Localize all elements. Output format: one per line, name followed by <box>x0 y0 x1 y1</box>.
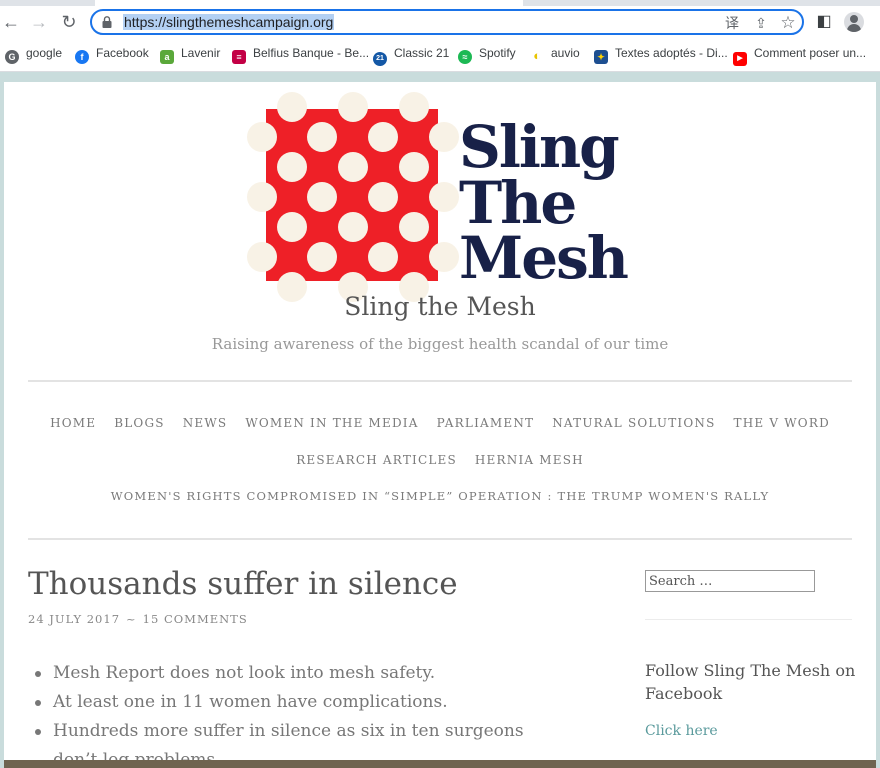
post-date[interactable]: 24 JULY 2017 <box>28 612 120 626</box>
primary-nav-row-2: RESEARCH ARTICLES HERNIA MESH <box>4 453 876 467</box>
chrome-icon: G <box>5 50 19 64</box>
nav-womens-rights[interactable]: WOMEN'S RIGHTS COMPROMISED IN “SIMPLE” O… <box>111 489 770 503</box>
browser-toolbar: ← → ↻ https://slingthemeshcampaign.org 译… <box>0 0 880 45</box>
bookmark-textes-adoptes[interactable]: ✦ Textes adoptés - Di... <box>594 44 728 71</box>
post-bullet-list: Mesh Report does not look into mesh safe… <box>30 659 570 768</box>
bookmark-auvio[interactable]: ◐ auvio <box>530 44 580 71</box>
list-item: Mesh Report does not look into mesh safe… <box>30 659 570 688</box>
belfius-icon: ≡ <box>232 50 246 64</box>
translate-icon[interactable]: 译 <box>724 15 740 31</box>
classic21-icon: 21 <box>373 52 387 66</box>
bookmark-youtube[interactable]: ▶ Comment poser un... <box>733 44 867 71</box>
bookmark-classic21[interactable]: 21 Classic 21 <box>373 44 450 71</box>
nav-hernia-mesh[interactable]: HERNIA MESH <box>475 453 584 467</box>
bookmark-star-icon[interactable]: ☆ <box>780 14 796 31</box>
auvio-icon: ◐ <box>530 49 544 63</box>
tab-strip <box>0 0 880 6</box>
nav-women-in-the-media[interactable]: WOMEN IN THE MEDIA <box>245 416 418 430</box>
spotify-icon: ≈ <box>458 50 472 64</box>
meta-separator: ~ <box>126 612 137 626</box>
primary-nav-row-3: WOMEN'S RIGHTS COMPROMISED IN “SIMPLE” O… <box>4 489 876 503</box>
youtube-icon: ▶ <box>733 52 747 66</box>
share-icon[interactable]: ⇪ <box>753 15 769 31</box>
bookmark-belfius[interactable]: ≡ Belfius Banque - Be... <box>232 44 370 71</box>
forward-button[interactable]: → <box>28 11 50 33</box>
nav-the-v-word[interactable]: THE V WORD <box>734 416 830 430</box>
site-tagline: Raising awareness of the biggest health … <box>211 335 669 353</box>
profile-avatar-icon[interactable] <box>844 12 864 32</box>
bookmark-lavenir[interactable]: a Lavenir <box>160 44 221 71</box>
reload-button[interactable]: ↻ <box>58 11 80 33</box>
facebook-click-here-link[interactable]: Click here <box>645 723 718 739</box>
nav-natural-solutions[interactable]: NATURAL SOLUTIONS <box>552 416 715 430</box>
site-title[interactable]: Sling the Mesh <box>4 292 876 321</box>
bookmark-google[interactable]: Ggoogle <box>5 44 63 71</box>
bookmark-label: Comment poser un... <box>754 46 867 60</box>
facebook-widget-title: Follow Sling The Mesh on Facebook <box>645 661 856 703</box>
nav-parliament[interactable]: PARLIAMENT <box>437 416 535 430</box>
bookmarks-bar: Ggoogle f Facebook a Lavenir ≡ Belfius Banq… <box>0 44 880 72</box>
bookmark-label: Facebook <box>96 46 149 60</box>
side-panel-icon[interactable]: ◧ <box>814 12 834 32</box>
bookmark-facebook[interactable]: f Facebook <box>75 44 149 71</box>
search-input[interactable] <box>645 570 815 592</box>
nav-news[interactable]: NEWS <box>183 416 228 430</box>
nav-research-articles[interactable]: RESEARCH ARTICLES <box>296 453 457 467</box>
active-tab[interactable] <box>95 0 523 6</box>
post-meta: 24 JULY 2017 ~15 COMMENTS <box>28 612 248 626</box>
bookmark-label: google <box>26 46 63 60</box>
primary-nav-row-1: HOME BLOGS NEWS WOMEN IN THE MEDIA PARLIAMEN… <box>4 416 876 430</box>
lock-icon[interactable] <box>102 16 112 28</box>
bookmark-label: Textes adoptés - Di... <box>615 46 728 60</box>
address-bar[interactable]: https://slingthemeshcampaign.org 译 ⇪ ☆ <box>90 9 804 35</box>
nav-home[interactable]: HOME <box>50 416 96 430</box>
logo-word-sling[interactable]: Sling <box>459 118 620 176</box>
sidebar-divider <box>645 619 852 620</box>
list-item: At least one in 11 women have complicati… <box>30 688 570 717</box>
header-divider <box>28 380 852 382</box>
url-text[interactable]: https://slingthemeshcampaign.org <box>123 14 335 30</box>
bookmark-label: Belfius Banque - Be... <box>253 46 370 60</box>
nav-blogs[interactable]: BLOGS <box>114 416 164 430</box>
bookmark-label: auvio <box>551 46 580 60</box>
lavenir-icon: a <box>160 50 174 64</box>
nav-divider <box>28 538 852 540</box>
background-image-strip <box>4 760 876 768</box>
bookmark-spotify[interactable]: ≈ Spotify <box>458 44 516 71</box>
bookmark-label: Spotify <box>479 46 516 60</box>
logo-word-mesh[interactable]: Mesh <box>459 229 629 287</box>
bookmark-label: Lavenir <box>181 46 221 60</box>
bookmark-label: Classic 21 <box>394 46 450 60</box>
facebook-icon: f <box>75 50 89 64</box>
post-comments-link[interactable]: 15 COMMENTS <box>143 612 248 626</box>
web-page: Sling The Mesh Sling the Mesh Raising aw… <box>4 82 876 768</box>
site-logo-pattern[interactable] <box>247 92 459 302</box>
post-title[interactable]: Thousands suffer in silence <box>28 566 458 602</box>
back-button[interactable]: ← <box>0 11 22 33</box>
eu-parliament-icon: ✦ <box>594 50 608 64</box>
